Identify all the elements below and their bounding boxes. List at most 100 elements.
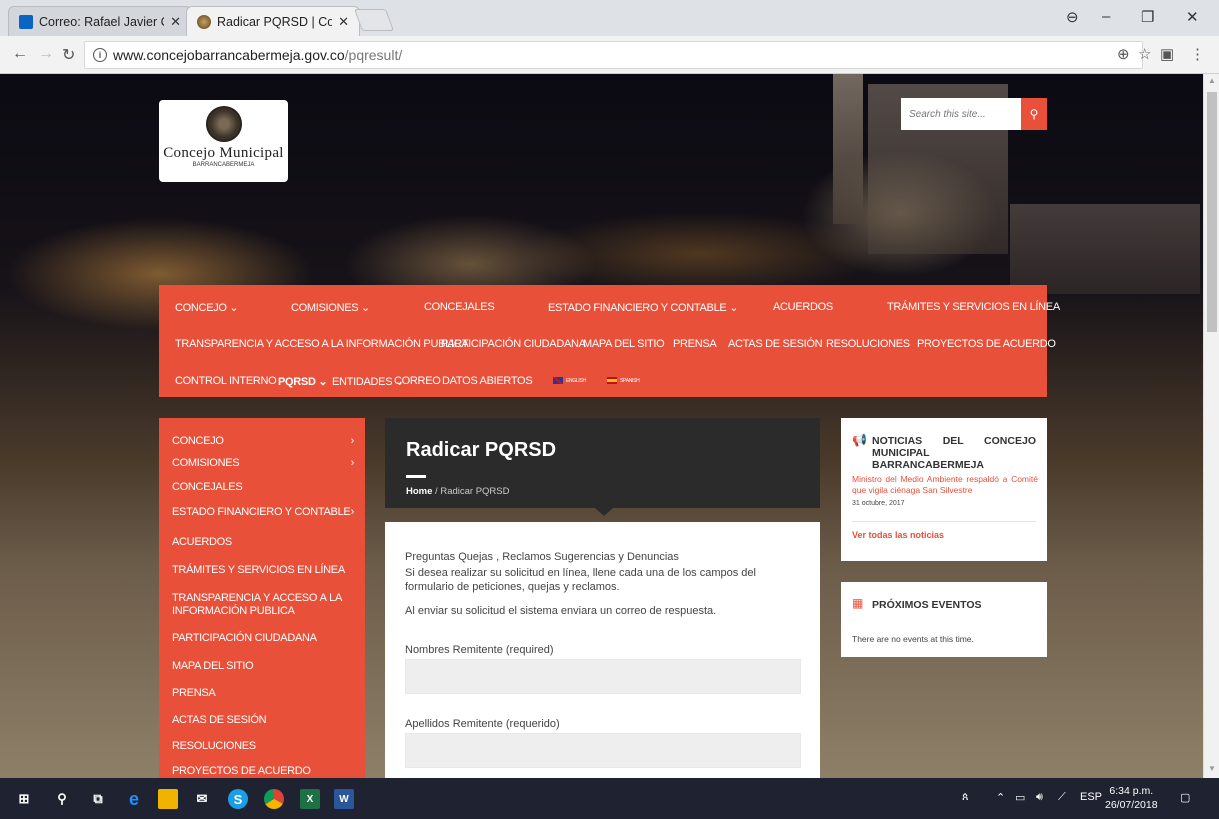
news-widget: 📢 NOTICIAS DEL CONCEJO MUNICIPAL BARRANC… bbox=[841, 418, 1047, 561]
sidebar-item-label: ACUERDOS bbox=[172, 536, 232, 548]
breadcrumb-current: Radicar PQRSD bbox=[440, 486, 510, 497]
system-clock[interactable]: 6:34 p.m. 26/07/2018 bbox=[1105, 784, 1158, 812]
tab-radicar[interactable]: Radicar PQRSD | Concejo ✕ bbox=[186, 6, 360, 36]
back-icon[interactable]: ← bbox=[12, 45, 28, 63]
people-icon[interactable]: ጰ bbox=[962, 791, 969, 804]
extension-icon[interactable]: ▣ bbox=[1160, 45, 1174, 63]
background-building bbox=[1010, 204, 1200, 294]
calendar-icon: ▦ bbox=[852, 596, 864, 610]
reload-icon[interactable]: ↻ bbox=[62, 45, 75, 65]
nav-concejales[interactable]: CONCEJALES bbox=[424, 301, 495, 313]
forward-icon[interactable]: → bbox=[38, 45, 54, 63]
megaphone-icon: 📢 bbox=[852, 433, 867, 447]
sidebar-item-transparencia[interactable]: TRANSPARENCIA Y ACCESO A LA INFORMACIÓN … bbox=[172, 592, 342, 618]
edge-icon[interactable]: e bbox=[124, 789, 144, 809]
scroll-down-icon[interactable]: ▼ bbox=[1208, 764, 1216, 773]
intro-heading: Preguntas Quejas , Reclamos Sugerencias … bbox=[405, 551, 679, 563]
address-bar[interactable]: i www.concejobarrancabermeja.gov.co/pqre… bbox=[84, 41, 1143, 69]
sidebar-item-concejales[interactable]: CONCEJALES bbox=[172, 481, 354, 494]
volume-icon[interactable]: 🔊︎ bbox=[1036, 791, 1043, 804]
nav-acuerdos[interactable]: ACUERDOS bbox=[773, 301, 833, 313]
close-icon[interactable]: ✕ bbox=[338, 14, 349, 30]
pqrsd-form: Preguntas Quejas , Reclamos Sugerencias … bbox=[385, 522, 820, 778]
sidebar-item-resoluciones[interactable]: RESOLUCIONES bbox=[172, 740, 354, 753]
nav-estado-financiero[interactable]: ESTADO FINANCIERO Y CONTABLE ⌄ bbox=[548, 301, 738, 314]
notifications-icon[interactable]: ▢ bbox=[1180, 791, 1190, 804]
minimize-button[interactable]: – bbox=[1102, 8, 1110, 25]
nav-correo[interactable]: CORREO bbox=[394, 375, 441, 387]
sidebar-item-actas[interactable]: ACTAS DE SESIÓN bbox=[172, 714, 354, 727]
skype-icon[interactable]: S bbox=[228, 789, 248, 809]
nav-prensa[interactable]: PRENSA bbox=[673, 338, 717, 350]
all-news-link[interactable]: Ver todas las noticias bbox=[852, 530, 944, 540]
page-header: Radicar PQRSD Home / Radicar PQRSD bbox=[385, 418, 820, 516]
news-item-link[interactable]: Ministro del Medio Ambiente respaldó a C… bbox=[852, 474, 1038, 496]
nav-spanish[interactable]: SPANISH bbox=[607, 377, 640, 384]
nav-resoluciones[interactable]: RESOLUCIONES bbox=[826, 338, 910, 350]
nombres-field[interactable] bbox=[405, 659, 801, 694]
file-explorer-icon[interactable] bbox=[158, 789, 178, 809]
nav-participacion[interactable]: PARTICIPACIÓN CIUDADANA bbox=[441, 338, 586, 350]
sidebar-item-proyectos[interactable]: PROYECTOS DE ACUERDO bbox=[172, 765, 354, 778]
nav-proyectos[interactable]: PROYECTOS DE ACUERDO bbox=[917, 338, 1056, 350]
events-title: PRÓXIMOS EVENTOS bbox=[872, 599, 982, 611]
apellidos-label: Apellidos Remitente (requerido) bbox=[405, 718, 560, 730]
logo-subtitle: BARRANCABERMEJA bbox=[192, 162, 255, 168]
mail-icon[interactable]: ✉ bbox=[192, 789, 212, 809]
nombres-label: Nombres Remitente (required) bbox=[405, 644, 554, 656]
nav-datos-abiertos[interactable]: DATOS ABIERTOS bbox=[442, 375, 533, 387]
chrome-icon[interactable] bbox=[264, 789, 284, 809]
nav-control-interno[interactable]: CONTROL INTERNO bbox=[175, 375, 277, 387]
sidebar-item-acuerdos[interactable]: ACUERDOS bbox=[172, 536, 354, 549]
nav-english[interactable]: ENGLISH bbox=[553, 377, 586, 384]
windows-start-icon[interactable]: ⊞ bbox=[14, 789, 34, 809]
apellidos-field[interactable] bbox=[405, 733, 801, 768]
windows-taskbar: ⊞ ⚲ ⧉ e ✉ S X W ጰ ⌃ ▭ 🔊︎ ⟋ ESP 6:34 p.m.… bbox=[0, 778, 1219, 819]
nav-actas[interactable]: ACTAS DE SESIÓN bbox=[728, 338, 823, 350]
nav-comisiones[interactable]: COMISIONES ⌄ bbox=[291, 301, 370, 314]
nav-mapa[interactable]: MAPA DEL SITIO bbox=[583, 338, 665, 350]
tab-correo[interactable]: Correo: Rafael Javier Can ✕ bbox=[8, 6, 192, 36]
restore-button[interactable]: ❐ bbox=[1141, 8, 1154, 26]
close-icon[interactable]: ✕ bbox=[170, 14, 181, 30]
sidebar-item-estado-financiero[interactable]: ESTADO FINANCIERO Y CONTABLE › bbox=[172, 506, 354, 519]
site-logo[interactable]: Concejo Municipal BARRANCABERMEJA bbox=[159, 100, 288, 182]
profile-icon[interactable]: ⊖ bbox=[1066, 8, 1079, 26]
sidebar-item-comisiones[interactable]: COMISIONES › bbox=[172, 457, 354, 470]
nav-pqrsd[interactable]: PQRSD ⌄ bbox=[278, 375, 328, 388]
uk-flag-icon bbox=[553, 377, 563, 384]
clock-date: 26/07/2018 bbox=[1105, 799, 1158, 811]
scroll-up-icon[interactable]: ▲ bbox=[1208, 76, 1216, 85]
sidebar-item-mapa[interactable]: MAPA DEL SITIO bbox=[172, 660, 354, 673]
network-icon[interactable]: ⟋ bbox=[1058, 791, 1066, 804]
nav-concejo[interactable]: CONCEJO ⌄ bbox=[175, 301, 239, 314]
scroll-thumb[interactable] bbox=[1207, 92, 1217, 332]
nav-tramites[interactable]: TRÁMITES Y SERVICIOS EN LÍNEA bbox=[887, 301, 1060, 313]
bookmark-star-icon[interactable]: ☆ bbox=[1138, 45, 1151, 63]
battery-icon[interactable]: ▭ bbox=[1015, 791, 1025, 804]
search-icon[interactable]: ⚲ bbox=[52, 789, 72, 809]
sidebar-item-tramites[interactable]: TRÁMITES Y SERVICIOS EN LÍNEA bbox=[172, 564, 354, 577]
new-tab-button[interactable] bbox=[353, 9, 395, 31]
sidebar-item-prensa[interactable]: PRENSA bbox=[172, 687, 354, 700]
input-language[interactable]: ESP bbox=[1080, 791, 1102, 803]
sidebar-item-participacion[interactable]: PARTICIPACIÓN CIUDADANA bbox=[172, 632, 354, 645]
task-view-icon[interactable]: ⧉ bbox=[88, 789, 108, 809]
search-input[interactable]: Search this site... bbox=[901, 98, 1021, 130]
breadcrumb-home[interactable]: Home bbox=[406, 486, 432, 497]
events-empty-text: There are no events at this time. bbox=[852, 634, 974, 644]
page-scrollbar[interactable]: ▲ ▼ bbox=[1203, 74, 1219, 778]
info-icon[interactable]: i bbox=[93, 48, 107, 62]
nav-spanish-label: SPANISH bbox=[620, 377, 640, 384]
word-icon[interactable]: W bbox=[334, 789, 354, 809]
sidebar-item-concejo[interactable]: CONCEJO › bbox=[172, 435, 354, 448]
show-hidden-icons[interactable]: ⌃ bbox=[996, 791, 1005, 804]
search-button[interactable]: ⚲ bbox=[1021, 98, 1047, 130]
zoom-icon[interactable]: ⊕ bbox=[1117, 45, 1130, 63]
outlook-icon bbox=[19, 14, 33, 29]
menu-icon[interactable]: ⋮ bbox=[1190, 45, 1205, 63]
logo-name: Concejo Municipal bbox=[163, 145, 284, 161]
nav-transparencia[interactable]: TRANSPARENCIA Y ACCESO A LA INFORMACIÓN … bbox=[175, 338, 469, 350]
excel-icon[interactable]: X bbox=[300, 789, 320, 809]
close-window-button[interactable]: ✕ bbox=[1186, 8, 1199, 26]
